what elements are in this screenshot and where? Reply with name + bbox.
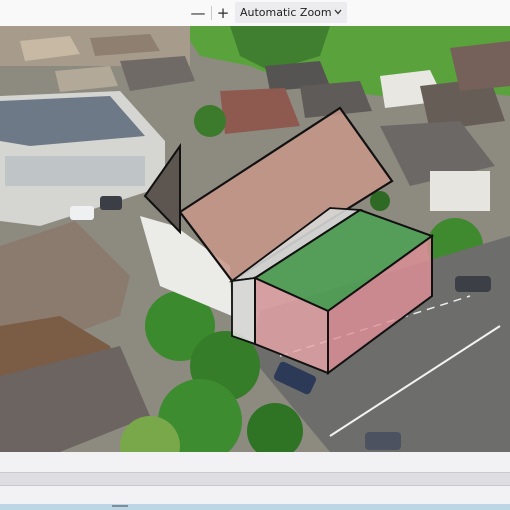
next-page-mark [112, 505, 128, 507]
zoom-in-button[interactable]: + [214, 3, 232, 23]
chevron-down-icon [334, 9, 342, 15]
toolbar-separator [211, 6, 212, 20]
zoom-select-value: Automatic Zoom [240, 6, 332, 19]
zoom-select[interactable]: Automatic Zoom [235, 2, 347, 23]
aerial-photo [0, 26, 510, 452]
horizontal-scrollbar[interactable] [0, 472, 510, 486]
zoom-out-button[interactable]: — [189, 3, 207, 23]
next-page-preview [0, 504, 510, 510]
document-viewer[interactable] [0, 26, 510, 452]
pdf-toolbar: — + Automatic Zoom [0, 0, 510, 27]
